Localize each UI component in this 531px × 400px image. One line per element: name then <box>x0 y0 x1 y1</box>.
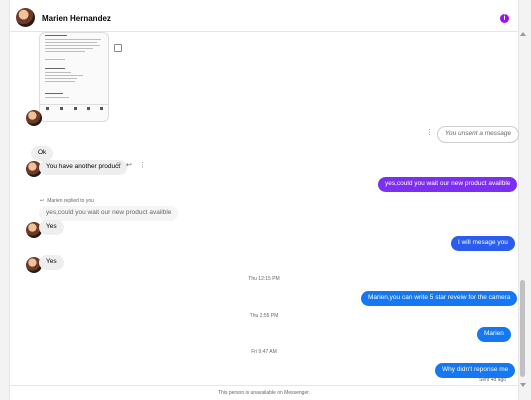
chat-window: Marien Hernandez i ⋮ You unsent a messag… <box>9 0 526 400</box>
share-icon[interactable] <box>114 44 122 52</box>
reply-icon[interactable]: ↩ <box>126 161 132 169</box>
message-bubble-incoming[interactable]: Ok <box>31 146 54 161</box>
timestamp: Thu 2:55 PM <box>249 313 279 319</box>
contact-name[interactable]: Marien Hernandez <box>42 14 111 23</box>
message-bubble-incoming[interactable]: Yes <box>39 220 64 235</box>
conversation-header: Marien Hernandez i <box>10 3 518 32</box>
timestamp: Fri 9:47 AM <box>251 349 277 355</box>
info-icon[interactable]: i <box>500 14 509 23</box>
unavailable-notice: This person is unavailable on Messenger. <box>10 385 518 400</box>
reply-icon: ↩ <box>40 198 45 204</box>
message-bubble-outgoing[interactable]: I will mesage you <box>451 236 515 251</box>
unsent-message: You unsent a message <box>437 126 520 143</box>
message-bubble-outgoing[interactable]: Marien <box>477 327 511 342</box>
message-bubble-incoming[interactable]: You have another product <box>39 160 128 175</box>
timestamp: Thu 12:15 PM <box>248 276 280 282</box>
reply-context-label: ↩ Marien replied to you <box>40 198 94 204</box>
more-options-icon[interactable]: ⋮ <box>139 161 146 169</box>
contact-avatar[interactable] <box>16 8 35 27</box>
scroll-up-icon[interactable] <box>520 32 526 36</box>
message-bubble-outgoing[interactable]: yes,could you wait our new product avail… <box>378 177 518 192</box>
emoji-reaction-icon[interactable]: ☺ <box>115 161 122 168</box>
scrollbar-thumb[interactable] <box>520 280 525 377</box>
message-bubble-incoming[interactable]: Yes <box>39 255 64 270</box>
message-bubble-outgoing[interactable]: Marien,you can write 5 star reveiw for t… <box>361 291 518 306</box>
contact-avatar-small <box>26 110 42 126</box>
scroll-down-icon[interactable] <box>520 383 526 387</box>
scrollbar[interactable] <box>519 32 527 387</box>
shared-screenshot-preview[interactable] <box>39 32 109 122</box>
preview-tabbar <box>40 104 108 113</box>
message-bubble-outgoing[interactable]: Why didn't reponse me <box>435 363 516 378</box>
sent-status: Sent 4d ago <box>479 377 506 383</box>
more-options-icon[interactable]: ⋮ <box>426 128 433 136</box>
quoted-message[interactable]: yes,could you wait our new product avail… <box>39 206 179 221</box>
